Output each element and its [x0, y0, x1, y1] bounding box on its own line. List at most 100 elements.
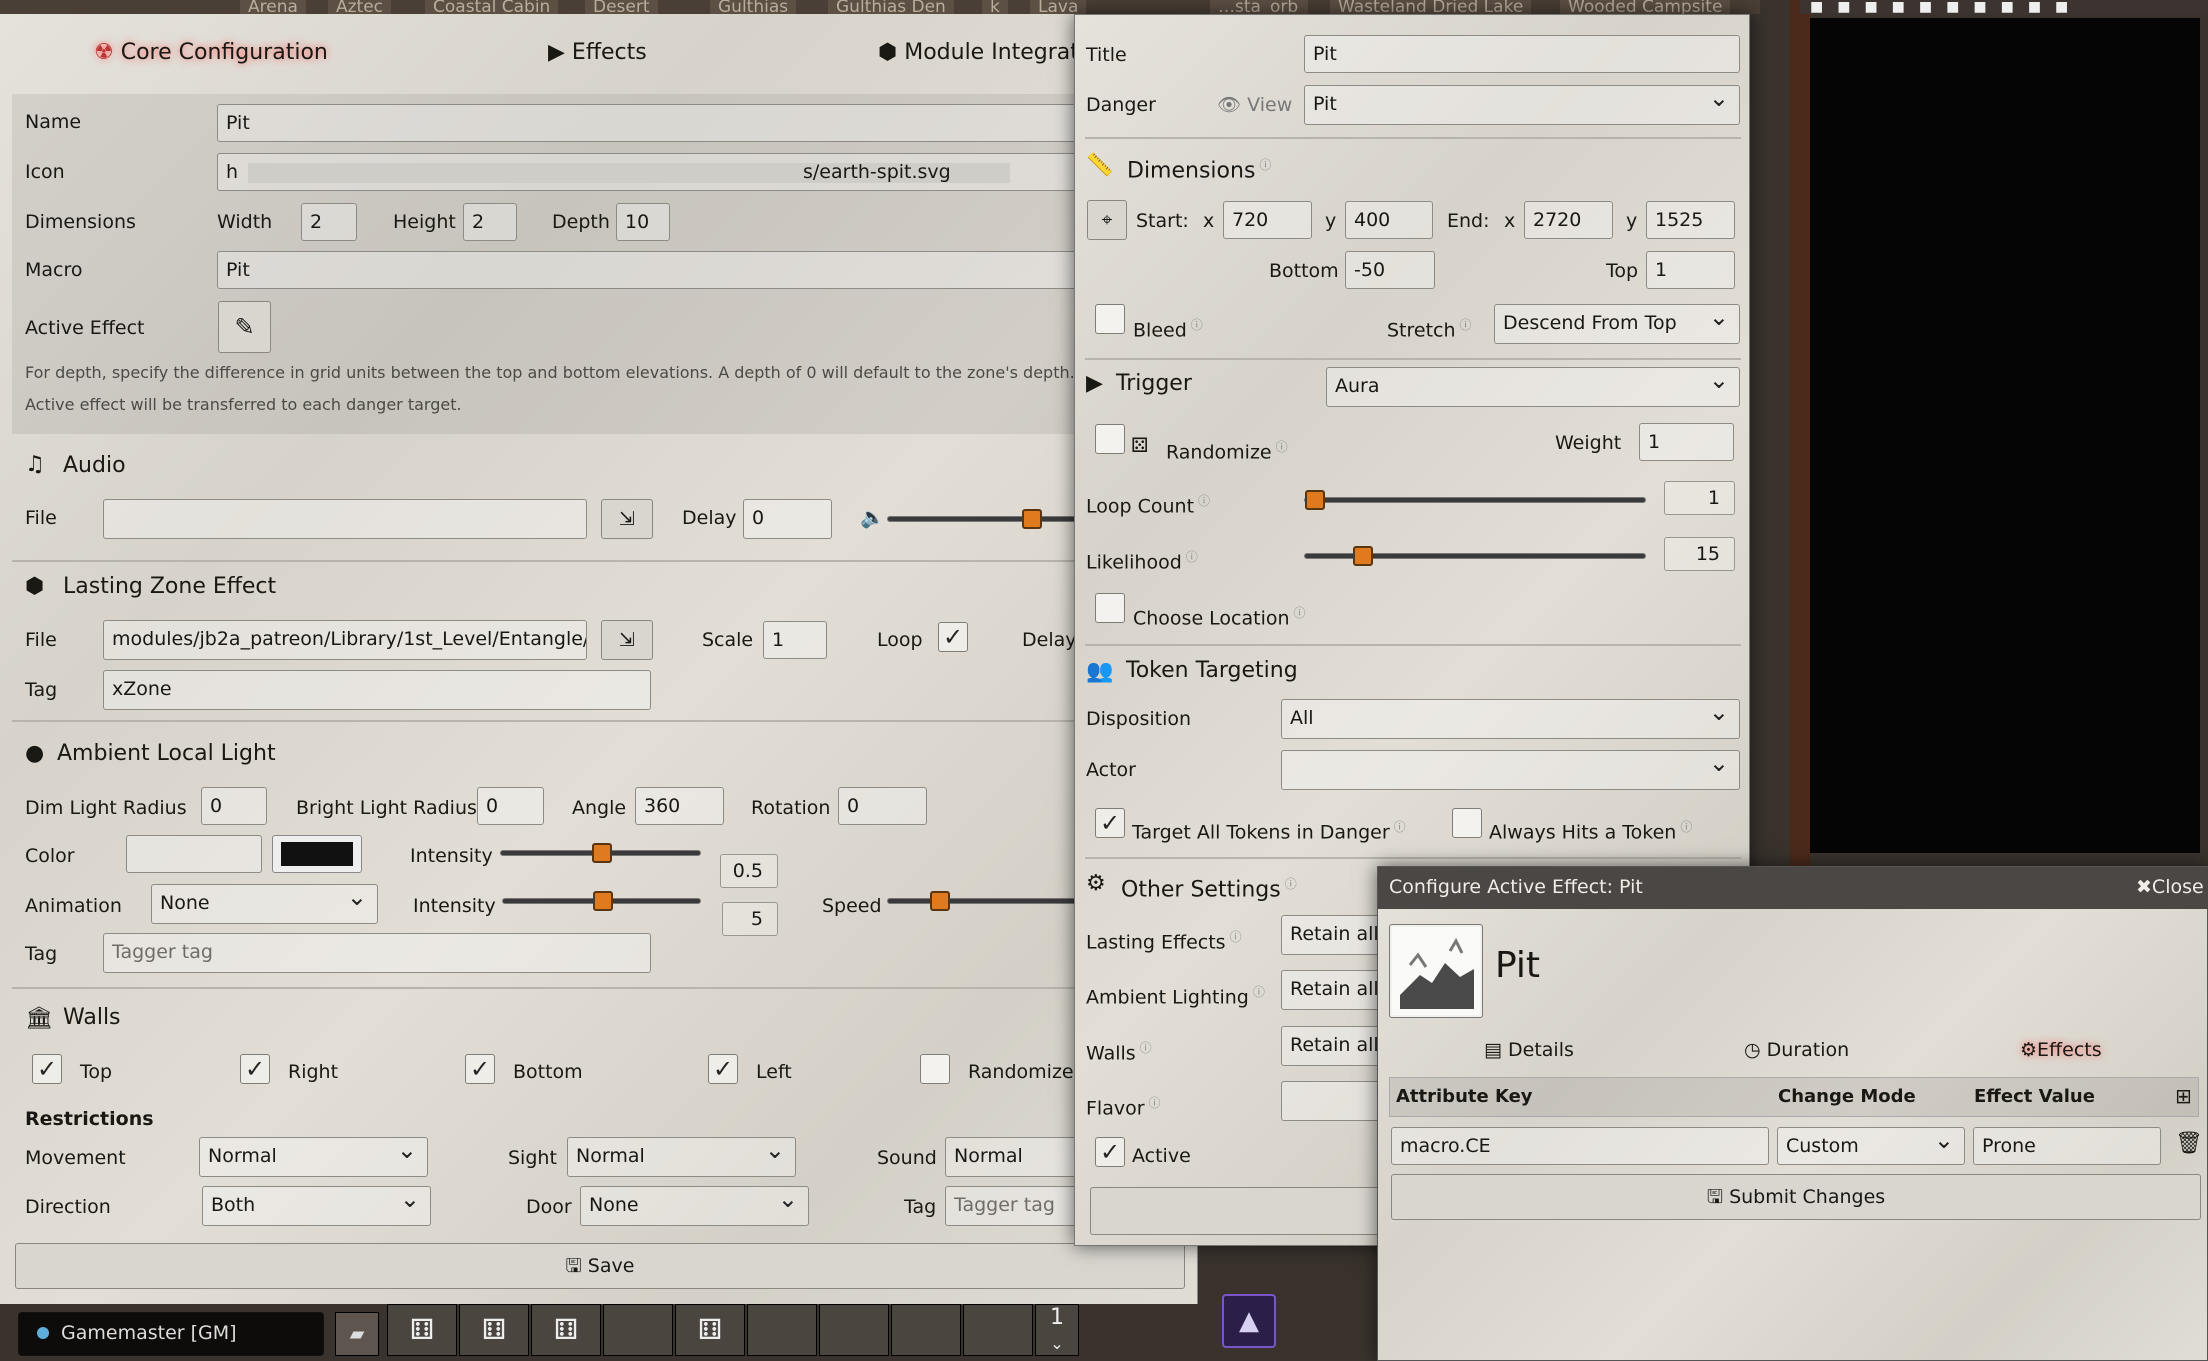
bleed-checkbox[interactable]: [1095, 304, 1125, 334]
attribute-key-input[interactable]: macro.CE: [1391, 1127, 1769, 1165]
hotbar-slot[interactable]: ⚅: [459, 1304, 529, 1356]
loop-checkbox[interactable]: ✓: [938, 622, 968, 652]
hotbar-slot[interactable]: [603, 1304, 673, 1356]
color-hex-input[interactable]: [126, 835, 262, 873]
choose-location-checkbox[interactable]: [1095, 593, 1125, 623]
color-picker[interactable]: [272, 835, 362, 873]
scene-tab[interactable]: orb: [1262, 0, 1307, 14]
stretch-select[interactable]: Descend From Top: [1494, 304, 1740, 344]
scene-tab[interactable]: Arena: [240, 0, 306, 14]
macro-directory-button[interactable]: ▰: [335, 1312, 379, 1356]
hotbar-page-control[interactable]: 1 ⌄: [1035, 1304, 1079, 1356]
light-tag-input[interactable]: Tagger tag: [103, 933, 651, 973]
icon-input[interactable]: h s/earth-spit.svg: [217, 153, 1198, 191]
scene-tab[interactable]: Wooded Campsite: [1560, 0, 1731, 14]
wall-top-checkbox[interactable]: ✓: [32, 1054, 62, 1084]
intensity-slider-thumb[interactable]: [592, 843, 612, 863]
weight-input[interactable]: 1: [1639, 423, 1734, 461]
name-input[interactable]: Pit: [217, 104, 1198, 142]
top-input[interactable]: 1: [1646, 251, 1735, 289]
danger-select[interactable]: Pit: [1304, 85, 1740, 125]
submit-changes-button[interactable]: 🖫 Submit Changes: [1391, 1174, 2201, 1220]
likelihood-slider-thumb[interactable]: [1353, 546, 1373, 566]
disposition-select[interactable]: All: [1281, 699, 1740, 739]
scene-tab[interactable]: Wasteland Dried Lake: [1330, 0, 1532, 14]
sidebar-tab-icon[interactable]: ■■■■■■■■■■: [1810, 0, 2082, 15]
loop-count-slider[interactable]: [1304, 490, 1646, 510]
speed-slider-thumb[interactable]: [930, 891, 950, 911]
audio-file-picker-button[interactable]: ⇲: [601, 499, 653, 539]
lasting-file-picker-button[interactable]: ⇲: [601, 620, 653, 660]
active-effect-token-icon[interactable]: ▲: [1222, 1294, 1276, 1348]
start-x-input[interactable]: 720: [1223, 201, 1312, 239]
angle-input[interactable]: 360: [635, 787, 724, 825]
wall-left-checkbox[interactable]: ✓: [708, 1054, 738, 1084]
bright-radius-input[interactable]: 0: [477, 787, 544, 825]
scene-tab[interactable]: Aztec: [328, 0, 392, 14]
hotbar-slot[interactable]: [819, 1304, 889, 1356]
scene-tab[interactable]: Lava: [1030, 0, 1087, 14]
trigger-select[interactable]: Aura: [1326, 367, 1740, 407]
intensity-slider[interactable]: [500, 843, 701, 863]
door-select[interactable]: None: [580, 1186, 809, 1226]
end-x-input[interactable]: 2720: [1524, 201, 1613, 239]
sight-select[interactable]: Normal: [567, 1137, 796, 1177]
tab-core-configuration[interactable]: ☢ Core Configuration: [94, 40, 328, 74]
lasting-file-input[interactable]: modules/jb2a_patreon/Library/1st_Level/E…: [103, 620, 587, 660]
dialog-close-button[interactable]: ✖Close: [2136, 876, 2204, 898]
hotbar-slot[interactable]: [891, 1304, 961, 1356]
tab-duration[interactable]: ◷ Duration: [1744, 1039, 1849, 1061]
edit-active-effect-button[interactable]: ✎: [218, 301, 271, 353]
end-y-input[interactable]: 1525: [1646, 201, 1735, 239]
effect-image[interactable]: [1389, 924, 1483, 1018]
anim-intensity-slider-thumb[interactable]: [593, 891, 613, 911]
title-input[interactable]: Pit: [1304, 35, 1740, 73]
scene-tab[interactable]: Coastal Cabin: [425, 0, 559, 14]
volume-slider-thumb[interactable]: [1022, 509, 1042, 529]
scale-input[interactable]: 1: [763, 621, 827, 659]
randomize-checkbox[interactable]: [1095, 424, 1125, 454]
audio-file-input[interactable]: [103, 499, 587, 539]
scene-tab[interactable]: Gulthias: [710, 0, 797, 14]
bottom-input[interactable]: -50: [1345, 251, 1435, 289]
hotbar-slot[interactable]: ⚅: [531, 1304, 601, 1356]
add-change-button[interactable]: ⊞: [2175, 1084, 2192, 1108]
tab-module-integration[interactable]: ⬢ Module Integrat: [878, 40, 1079, 74]
scene-tab[interactable]: k: [982, 0, 1008, 14]
height-input[interactable]: 2: [463, 203, 517, 241]
rotation-input[interactable]: 0: [838, 787, 927, 825]
animation-select[interactable]: None: [151, 884, 378, 924]
direction-select[interactable]: Both: [202, 1186, 431, 1226]
audio-delay-input[interactable]: 0: [743, 499, 832, 539]
hotbar-slot[interactable]: ⚅: [387, 1304, 457, 1356]
tab-effects[interactable]: ▶ Effects: [548, 40, 647, 74]
hotbar-slot[interactable]: [963, 1304, 1033, 1356]
likelihood-slider[interactable]: [1304, 546, 1646, 566]
view-danger-link[interactable]: 👁 View: [1217, 93, 1292, 117]
dim-radius-input[interactable]: 0: [201, 787, 267, 825]
always-hits-checkbox[interactable]: [1452, 808, 1482, 838]
macro-input[interactable]: Pit: [217, 251, 1198, 289]
lasting-tag-input[interactable]: xZone: [103, 670, 651, 710]
start-y-input[interactable]: 400: [1345, 201, 1433, 239]
effect-value-input[interactable]: Prone: [1973, 1127, 2161, 1165]
movement-select[interactable]: Normal: [199, 1137, 428, 1177]
width-input[interactable]: 2: [301, 203, 357, 241]
loop-count-slider-thumb[interactable]: [1305, 490, 1325, 510]
change-mode-select[interactable]: Custom: [1777, 1127, 1965, 1165]
active-checkbox[interactable]: ✓: [1095, 1137, 1125, 1167]
hotbar-slot[interactable]: ⚅: [675, 1304, 745, 1356]
crosshairs-button[interactable]: ⌖: [1087, 200, 1127, 240]
delete-change-button[interactable]: 🗑: [2175, 1131, 2203, 1156]
wall-right-checkbox[interactable]: ✓: [240, 1054, 270, 1084]
wall-bottom-checkbox[interactable]: ✓: [465, 1054, 495, 1084]
depth-input[interactable]: 10: [616, 203, 670, 241]
save-button[interactable]: 🖫 Save: [15, 1243, 1185, 1289]
scene-tab[interactable]: Desert: [585, 0, 658, 14]
hotbar-slot[interactable]: [747, 1304, 817, 1356]
scene-tab[interactable]: Gulthias Den: [828, 0, 954, 14]
actor-select[interactable]: [1281, 750, 1740, 790]
tab-details[interactable]: ▤ Details: [1484, 1039, 1574, 1061]
anim-intensity-slider[interactable]: [502, 891, 701, 911]
target-all-checkbox[interactable]: ✓: [1095, 808, 1125, 838]
